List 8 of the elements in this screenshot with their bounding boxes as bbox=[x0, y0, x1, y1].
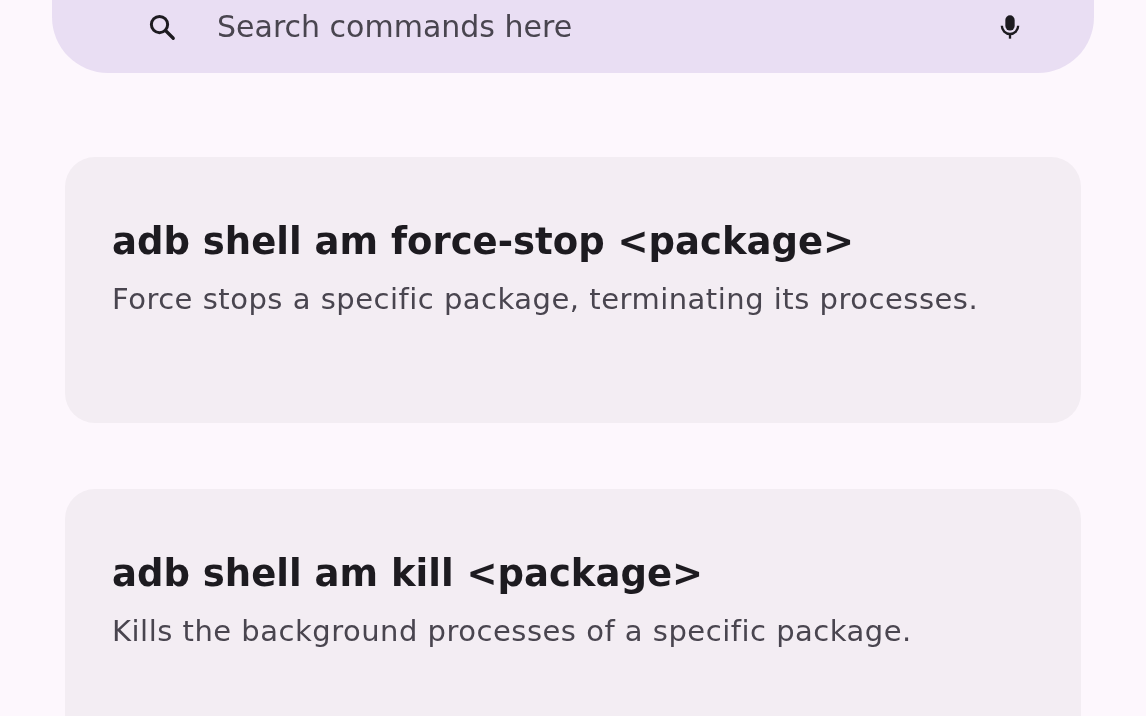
command-title: adb shell am force-stop <package> bbox=[112, 219, 856, 265]
search-bar[interactable]: Search commands here bbox=[52, 0, 1094, 73]
command-card[interactable]: adb shell am force-stop <package> Force stops a specific package, terminating its processes. bbox=[65, 157, 1081, 423]
command-card[interactable]: adb shell am kill <package> Kills the background processes of a specific package. bbox=[65, 489, 1081, 716]
command-title: adb shell am kill <package> bbox=[112, 551, 704, 597]
command-description: Force stops a specific package, terminating its processes. bbox=[112, 281, 980, 318]
search-field[interactable]: Search commands here bbox=[217, 9, 956, 44]
command-description: Kills the background processes of a specific package. bbox=[112, 613, 913, 650]
